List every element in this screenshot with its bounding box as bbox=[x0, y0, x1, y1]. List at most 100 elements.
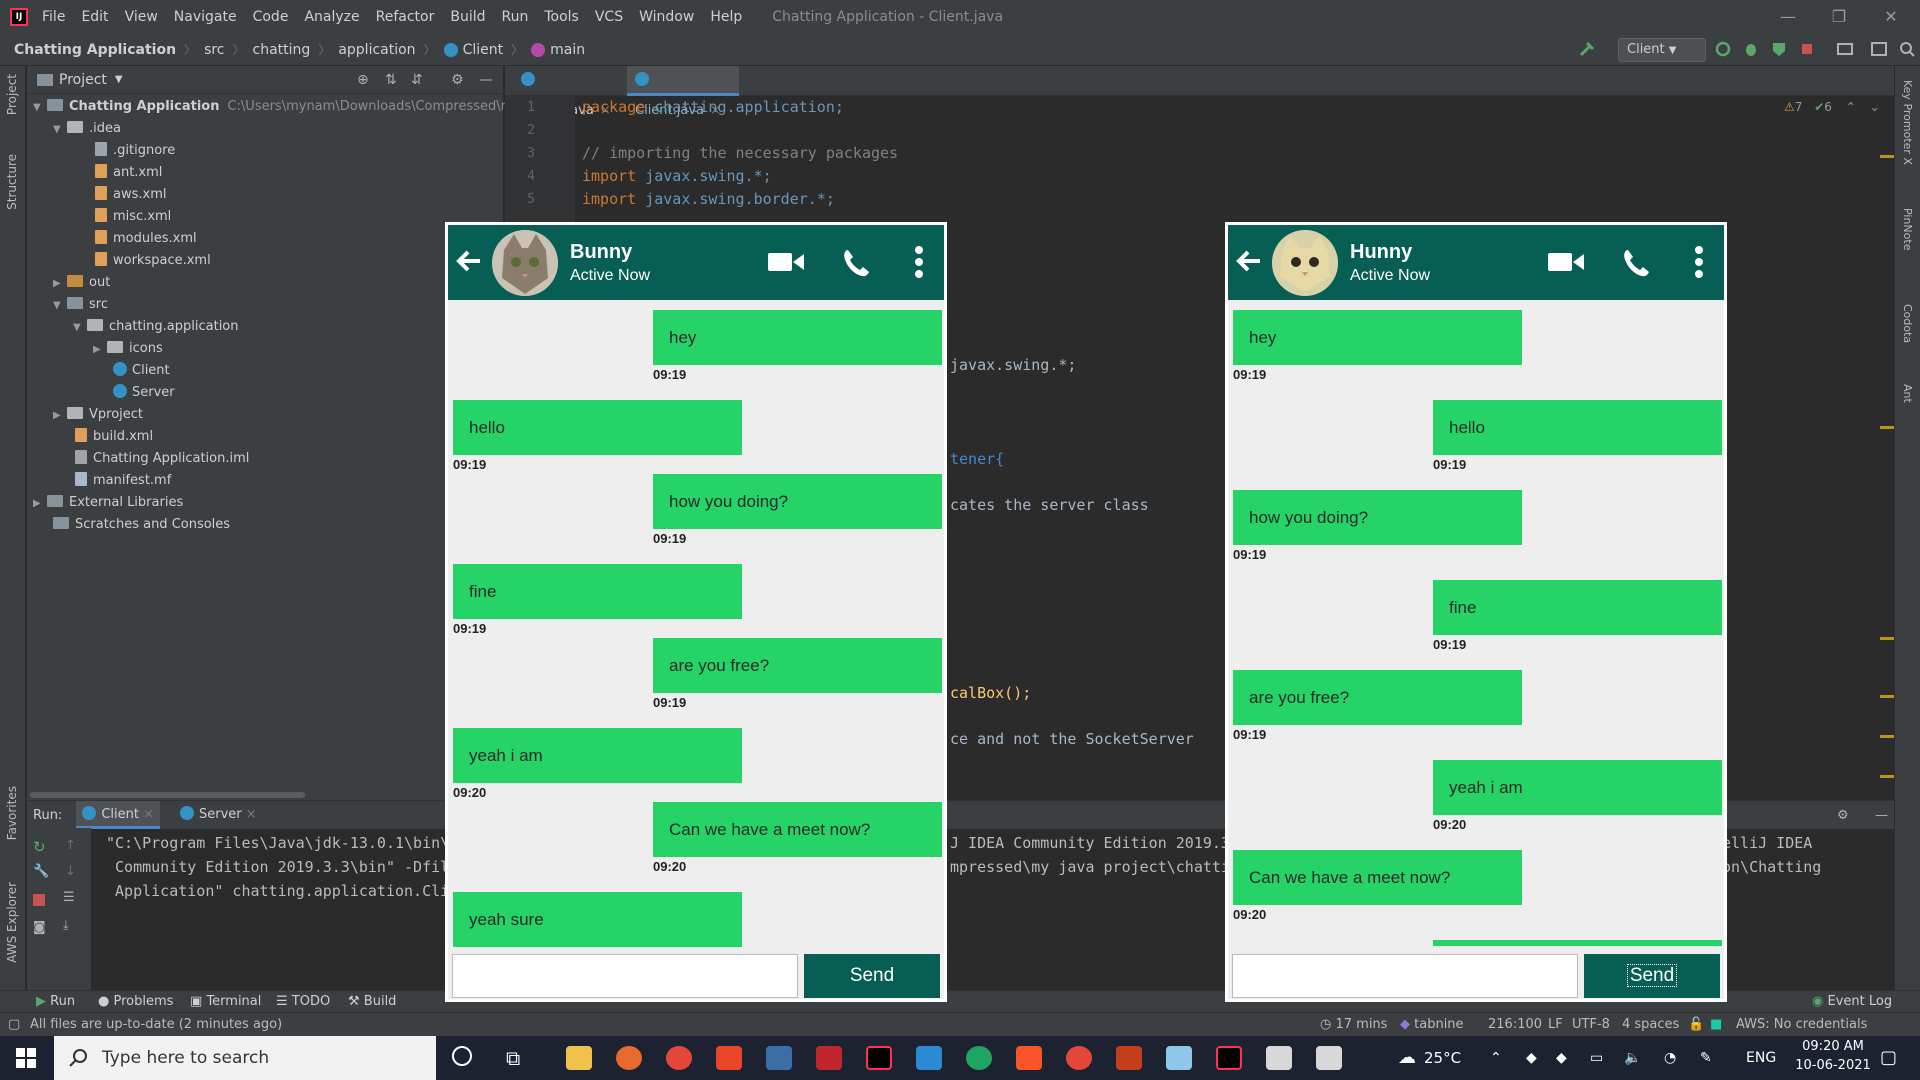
clock-date[interactable]: 10-06-2021 bbox=[1790, 1058, 1876, 1073]
tool-event-log[interactable]: ◉ Event Log bbox=[1812, 991, 1892, 1013]
breadcrumb-src[interactable]: src bbox=[204, 42, 224, 58]
status-message[interactable]: All files are up-to-date (2 minutes ago) bbox=[30, 1013, 282, 1037]
intellij-icon[interactable] bbox=[866, 1046, 892, 1070]
app-icon[interactable] bbox=[816, 1046, 842, 1070]
project-structure-icon[interactable] bbox=[1836, 40, 1854, 58]
code-fragment[interactable]: ce and not the SocketServer bbox=[950, 730, 1194, 748]
menu-help[interactable]: Help bbox=[710, 9, 742, 25]
video-call-icon[interactable] bbox=[1548, 251, 1584, 273]
cortana-icon[interactable] bbox=[452, 1046, 472, 1066]
send-button[interactable]: Send bbox=[804, 954, 940, 998]
time-tracker[interactable]: ◷ 17 mins bbox=[1320, 1013, 1387, 1037]
stop-icon[interactable] bbox=[1798, 40, 1816, 58]
hide-icon[interactable]: — bbox=[1875, 808, 1888, 823]
tool-structure[interactable]: Structure bbox=[5, 154, 19, 210]
menu-refactor[interactable]: Refactor bbox=[376, 9, 435, 25]
tree-item-idea[interactable]: ▼ .idea bbox=[53, 118, 121, 140]
back-arrow-icon[interactable] bbox=[1234, 246, 1264, 276]
breadcrumb-main[interactable]: main bbox=[550, 42, 585, 58]
tree-item-iml[interactable]: Chatting Application.iml bbox=[75, 448, 249, 470]
close-icon[interactable]: × bbox=[143, 807, 154, 822]
tree-item-scratches[interactable]: Scratches and Consoles bbox=[53, 514, 230, 536]
error-stripe-mark[interactable] bbox=[1880, 426, 1894, 429]
clock-time[interactable]: 09:20 AM bbox=[1790, 1039, 1876, 1054]
gear-icon[interactable]: ⚙ bbox=[1837, 808, 1849, 823]
tool-project[interactable]: Project bbox=[5, 74, 19, 115]
tool-todo[interactable]: ☰ TODO bbox=[276, 991, 330, 1013]
chrome-icon[interactable] bbox=[1066, 1046, 1092, 1070]
wifi-icon[interactable]: ◔ bbox=[1664, 1036, 1676, 1080]
menu-view[interactable]: View bbox=[125, 9, 158, 25]
chrome-icon[interactable] bbox=[666, 1046, 692, 1070]
tree-item-misc-xml[interactable]: misc.xml bbox=[95, 206, 171, 228]
close-icon[interactable]: ✕ bbox=[1868, 0, 1914, 34]
tool-pinnote[interactable]: PinNote bbox=[1901, 208, 1914, 250]
app-icon[interactable] bbox=[716, 1046, 742, 1070]
more-options-icon[interactable] bbox=[1694, 246, 1704, 278]
rerun-icon[interactable] bbox=[1714, 40, 1732, 58]
run-tab-server[interactable]: Server × bbox=[174, 801, 263, 829]
locate-icon[interactable]: ⊕ bbox=[357, 72, 369, 88]
soft-wrap-icon[interactable]: ☰ bbox=[63, 890, 75, 905]
error-stripe-mark[interactable] bbox=[1880, 775, 1894, 778]
menu-vcs[interactable]: VCS bbox=[595, 9, 623, 25]
phone-icon[interactable] bbox=[840, 247, 872, 279]
taskbar-search-input[interactable]: Type here to search bbox=[54, 1036, 436, 1080]
camera-icon[interactable]: ◙ bbox=[33, 920, 46, 935]
code-line-1[interactable]: package chatting.application; bbox=[582, 98, 844, 116]
tab-client-java[interactable]: Client.java × bbox=[627, 66, 739, 118]
error-stripe-mark[interactable] bbox=[1880, 695, 1894, 698]
tree-item-server[interactable]: Server bbox=[113, 382, 175, 404]
code-fragment[interactable]: javax.swing.*; bbox=[950, 356, 1076, 374]
tree-item-package[interactable]: ▼ chatting.application bbox=[73, 316, 239, 338]
tree-item-manifest[interactable]: manifest.mf bbox=[75, 470, 171, 492]
code-line-5[interactable]: import javax.swing.border.*; bbox=[582, 190, 835, 208]
debug-icon[interactable] bbox=[1742, 40, 1760, 58]
avatar[interactable] bbox=[1272, 230, 1338, 296]
back-arrow-icon[interactable] bbox=[454, 246, 484, 276]
tab-server-java[interactable]: Server.java× bbox=[513, 66, 625, 118]
caret-position[interactable]: 216:100 bbox=[1488, 1013, 1542, 1037]
task-view-icon[interactable]: ⧉ bbox=[506, 1036, 520, 1080]
error-stripe-mark[interactable] bbox=[1880, 637, 1894, 640]
tray-app-icon[interactable]: ◆ bbox=[1556, 1036, 1567, 1080]
tree-item-build-xml[interactable]: build.xml bbox=[75, 426, 153, 448]
restore-icon[interactable]: ❐ bbox=[1816, 0, 1862, 34]
java-icon[interactable] bbox=[1316, 1046, 1342, 1070]
minimize-icon[interactable]: — bbox=[1765, 0, 1811, 34]
tree-item-src[interactable]: ▼ src bbox=[53, 294, 108, 316]
breadcrumb-application[interactable]: application bbox=[338, 42, 415, 58]
expand-all-icon[interactable]: ⇅ bbox=[385, 72, 397, 88]
inspection-badges[interactable]: ⚠7 ✔6 ⌃ ⌄ bbox=[1784, 100, 1880, 114]
pen-icon[interactable]: ✎ bbox=[1700, 1036, 1712, 1080]
tree-item-gitignore[interactable]: .gitignore bbox=[95, 140, 175, 162]
rerun-icon[interactable]: ↻ bbox=[33, 838, 46, 856]
file-explorer-icon[interactable] bbox=[566, 1046, 592, 1070]
indent-setting[interactable]: 4 spaces bbox=[1622, 1013, 1679, 1037]
code-fragment[interactable]: cates the server class bbox=[950, 496, 1149, 514]
status-square-icon[interactable]: ▢ bbox=[8, 1013, 20, 1037]
scroll-to-end-icon[interactable]: ⤓ bbox=[63, 918, 69, 933]
coverage-icon[interactable] bbox=[1770, 40, 1788, 58]
run-config-select[interactable]: Client ▼ bbox=[1618, 38, 1706, 62]
hide-icon[interactable]: — bbox=[479, 72, 493, 88]
more-options-icon[interactable] bbox=[914, 246, 924, 278]
tray-app-icon[interactable]: ◆ bbox=[1526, 1036, 1537, 1080]
powerpoint-icon[interactable] bbox=[1116, 1046, 1142, 1070]
file-encoding[interactable]: UTF-8 bbox=[1572, 1013, 1610, 1037]
line-separator[interactable]: LF bbox=[1548, 1013, 1563, 1037]
menu-run[interactable]: Run bbox=[502, 9, 529, 25]
tree-item-aws-xml[interactable]: aws.xml bbox=[95, 184, 166, 206]
tool-problems[interactable]: ● Problems bbox=[98, 991, 173, 1013]
gear-icon[interactable]: ⚙ bbox=[451, 72, 464, 88]
windows-start-icon[interactable] bbox=[16, 1048, 36, 1068]
menu-tools[interactable]: Tools bbox=[544, 9, 579, 25]
weather-icon[interactable]: ☁ bbox=[1398, 1036, 1416, 1080]
app-icon[interactable] bbox=[1166, 1046, 1192, 1070]
intellij-icon[interactable] bbox=[1216, 1046, 1242, 1070]
chevron-down-icon[interactable]: ▼ bbox=[115, 74, 123, 85]
tool-run[interactable]: ▶ Run bbox=[36, 991, 75, 1013]
firefox-icon[interactable] bbox=[616, 1046, 642, 1070]
close-icon[interactable]: × bbox=[246, 807, 257, 822]
horizontal-scrollbar[interactable] bbox=[30, 792, 305, 798]
